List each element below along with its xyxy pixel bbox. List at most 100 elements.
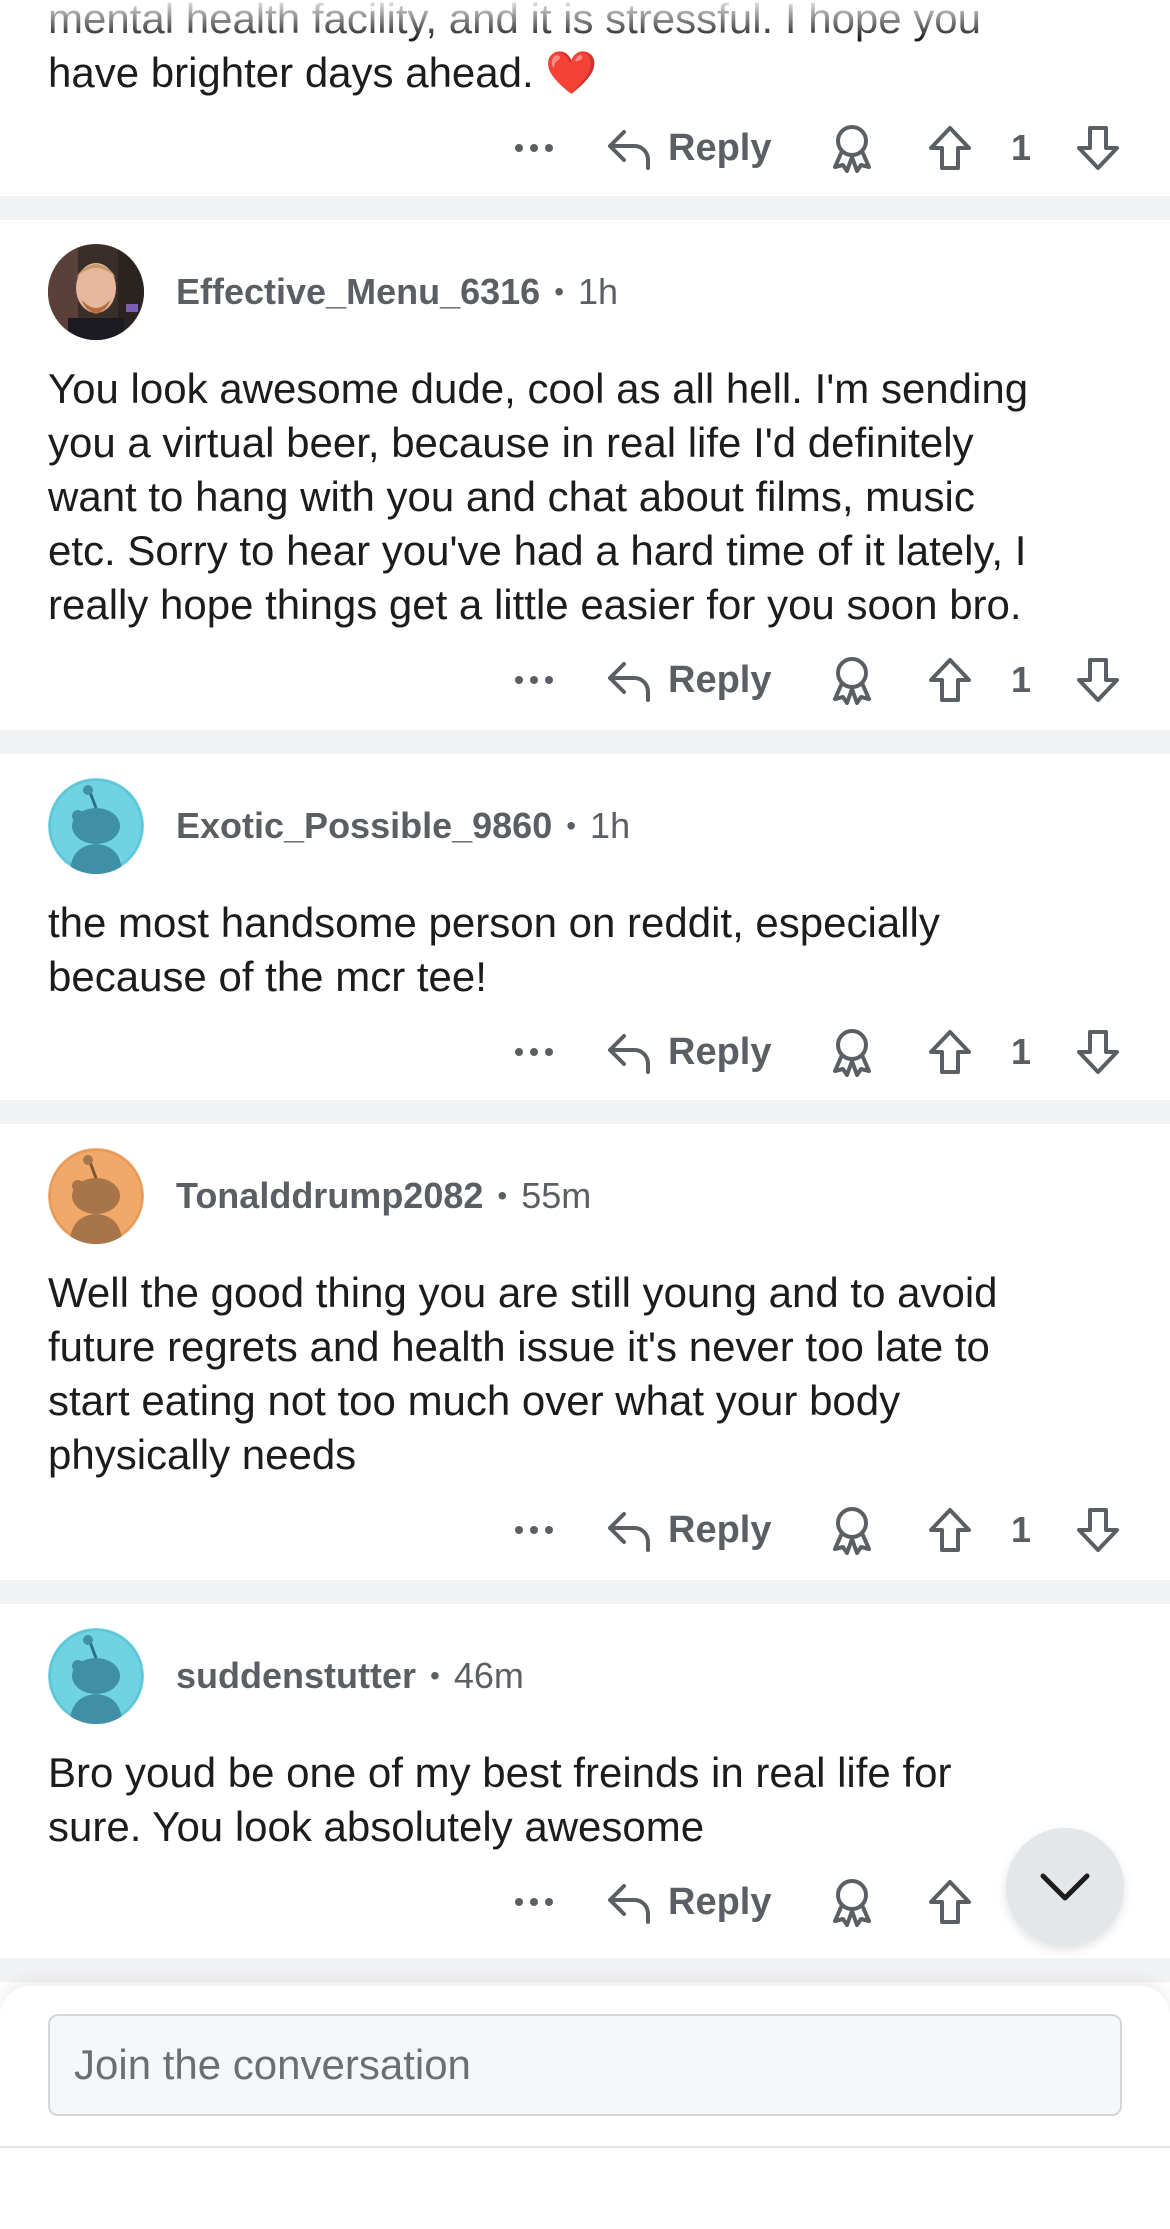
comment-actions: Reply 1: [0, 650, 1170, 710]
comment-line: future regrets and health issue it's nev…: [48, 1323, 990, 1370]
comment-actions: Reply 1: [0, 1022, 1170, 1082]
score-label: 1: [1010, 659, 1032, 700]
ellipsis-icon: [515, 1898, 553, 1906]
upvote-button[interactable]: [920, 1872, 980, 1932]
comment-body: Well the good thing you are still young …: [48, 1266, 1138, 1482]
reply-button[interactable]: Reply: [604, 1500, 784, 1560]
username[interactable]: Effective_Menu_6316: [176, 271, 540, 313]
downvote-icon: [1077, 126, 1119, 170]
reply-label: Reply: [668, 658, 772, 701]
reply-icon: [608, 130, 650, 170]
comment-separator: [0, 730, 1170, 754]
avatar[interactable]: [48, 1148, 144, 1244]
comment-separator: [0, 1100, 1170, 1124]
username[interactable]: Tonalddrump2082: [176, 1175, 483, 1217]
award-button[interactable]: [822, 1022, 882, 1082]
reply-button[interactable]: Reply: [604, 650, 784, 710]
comment-composer-bar: Join the conversation: [0, 1986, 1170, 2229]
comment-header: Tonalddrump2082 • 55m: [48, 1148, 591, 1244]
comment-line: the most handsome person on reddit, espe…: [48, 899, 940, 946]
avatar[interactable]: [48, 1628, 144, 1724]
downvote-icon: [1077, 1508, 1119, 1552]
score-label: 1: [1010, 127, 1032, 168]
snoo-avatar-icon: [48, 1628, 144, 1724]
composer-placeholder: Join the conversation: [74, 2041, 471, 2088]
downvote-button[interactable]: [1068, 1022, 1128, 1082]
comment-actions: Reply 1: [0, 1500, 1170, 1560]
comment-line: mental health facility, and it is stress…: [48, 0, 982, 42]
score: 1: [998, 650, 1044, 710]
upvote-button[interactable]: [920, 1500, 980, 1560]
reply-label: Reply: [668, 1880, 772, 1923]
join-conversation-input[interactable]: Join the conversation: [48, 2014, 1122, 2116]
award-icon: [833, 1029, 871, 1077]
comment-separator: [0, 1580, 1170, 1604]
reply-icon: [608, 662, 650, 702]
score: 1: [998, 1500, 1044, 1560]
ellipsis-icon: [515, 144, 553, 152]
comment-line: physically needs: [48, 1431, 357, 1478]
comment-header: Exotic_Possible_9860 • 1h: [48, 778, 630, 874]
upvote-button[interactable]: [920, 118, 980, 178]
more-options-button[interactable]: [506, 1500, 562, 1560]
award-button[interactable]: [822, 118, 882, 178]
comment-line: You look awesome dude, cool as all hell.…: [48, 365, 1029, 412]
meta-dot: •: [497, 1180, 508, 1211]
comment-line: you a virtual beer, because in real life…: [48, 419, 974, 466]
score: 1: [998, 1022, 1044, 1082]
meta-dot: •: [554, 276, 564, 307]
reply-label: Reply: [668, 1030, 772, 1073]
reply-button[interactable]: Reply: [604, 1022, 784, 1082]
downvote-button[interactable]: [1068, 118, 1128, 178]
scroll-down-button[interactable]: [1006, 1828, 1124, 1946]
more-options-button[interactable]: [506, 1022, 562, 1082]
comment-line: want to hang with you and chat about fil…: [48, 473, 975, 520]
award-icon: [833, 1879, 871, 1927]
meta-dot: •: [430, 1660, 440, 1691]
heart-emoji: ❤️: [545, 49, 598, 96]
upvote-icon: [929, 126, 971, 170]
ellipsis-icon: [515, 1048, 553, 1056]
downvote-button[interactable]: [1068, 650, 1128, 710]
comment-line: have brighter days ahead. ❤️: [48, 49, 598, 96]
username[interactable]: suddenstutter: [176, 1655, 416, 1697]
comment-separator: [0, 1958, 1170, 1982]
award-button[interactable]: [822, 650, 882, 710]
username[interactable]: Exotic_Possible_9860: [176, 805, 552, 847]
timestamp: 46m: [453, 1655, 524, 1696]
divider: [0, 2146, 1170, 2148]
comment-actions: Reply: [0, 1872, 1170, 1932]
upvote-icon: [929, 1880, 971, 1924]
award-icon: [833, 125, 871, 173]
score-label: 1: [1010, 1509, 1032, 1550]
comment-line: start eating not too much over what your…: [48, 1377, 901, 1424]
more-options-button[interactable]: [506, 1872, 562, 1932]
reply-label: Reply: [668, 126, 772, 169]
score-label: 1: [1010, 1031, 1032, 1072]
snoo-avatar-icon: [48, 1148, 144, 1244]
more-options-button[interactable]: [506, 118, 562, 178]
reply-icon: [608, 1034, 650, 1074]
comment-line: etc. Sorry to hear you've had a hard tim…: [48, 527, 1027, 574]
ellipsis-icon: [515, 676, 553, 684]
reply-button[interactable]: Reply: [604, 118, 784, 178]
downvote-icon: [1077, 658, 1119, 702]
ellipsis-icon: [515, 1526, 553, 1534]
upvote-icon: [929, 1508, 971, 1552]
upvote-button[interactable]: [920, 1022, 980, 1082]
chevron-down-icon: [1040, 1873, 1090, 1901]
reply-button[interactable]: Reply: [604, 1872, 784, 1932]
avatar[interactable]: [48, 778, 144, 874]
avatar[interactable]: [48, 244, 144, 340]
comment-actions: Reply 1: [0, 118, 1170, 178]
award-button[interactable]: [822, 1872, 882, 1932]
comment-line: really hope things get a little easier f…: [48, 581, 1022, 628]
downvote-icon: [1077, 1030, 1119, 1074]
award-button[interactable]: [822, 1500, 882, 1560]
upvote-button[interactable]: [920, 650, 980, 710]
comment-header: Effective_Menu_6316 • 1h: [48, 244, 618, 340]
downvote-button[interactable]: [1068, 1500, 1128, 1560]
more-options-button[interactable]: [506, 650, 562, 710]
comment: Tonalddrump2082 • 55m Well the good thin…: [0, 1124, 1170, 1580]
comment-partial: mental health facility, and it is stress…: [0, 0, 1170, 196]
